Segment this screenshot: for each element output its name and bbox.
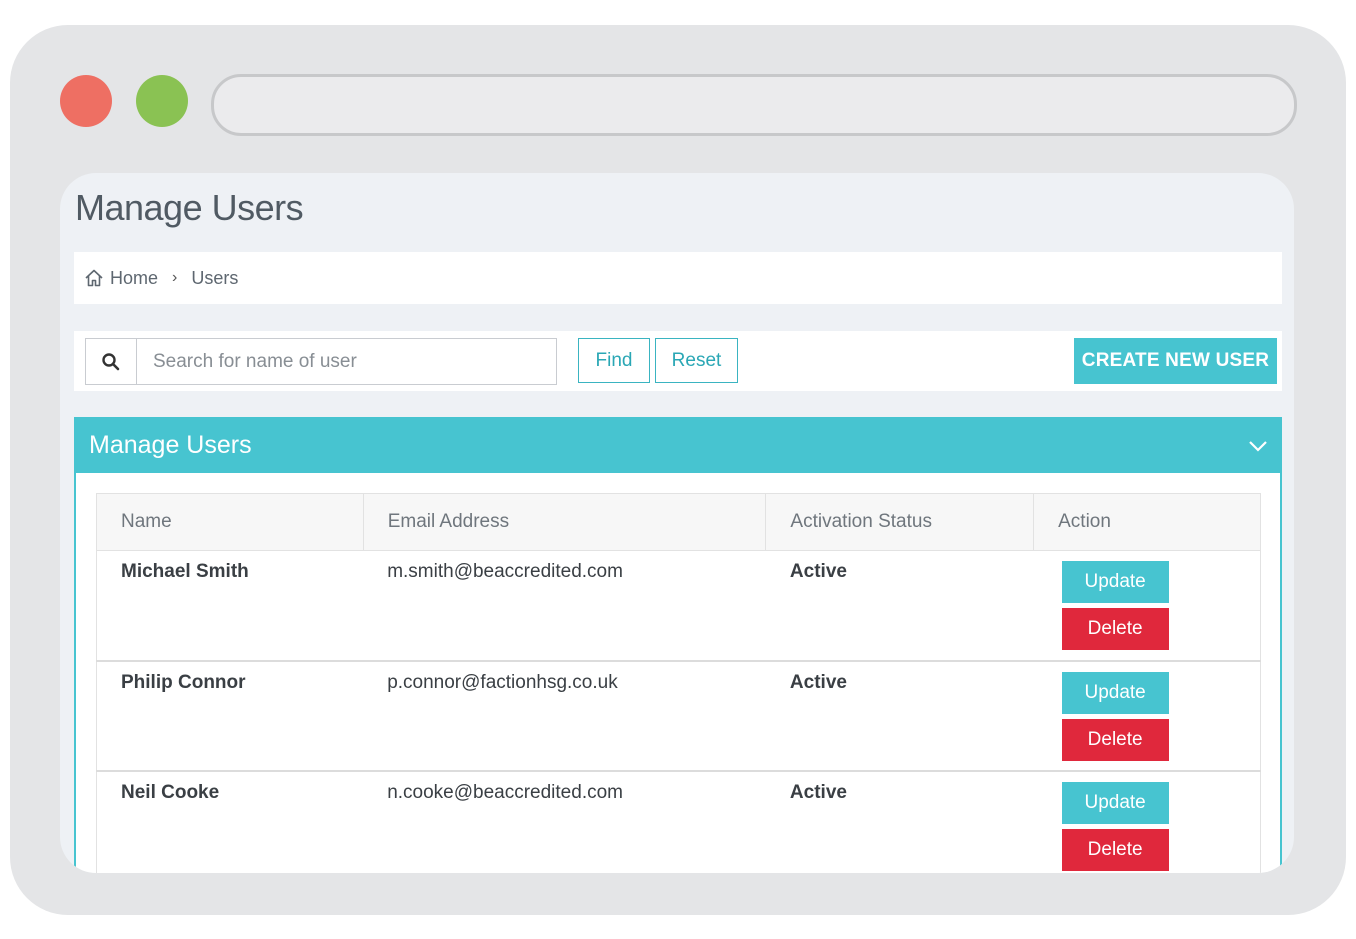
status-badge: Active bbox=[765, 550, 1034, 662]
users-table: Name Email Address Activation Status Act… bbox=[96, 493, 1261, 873]
update-button[interactable]: Update bbox=[1061, 781, 1169, 824]
user-name: Philip Connor bbox=[96, 660, 364, 772]
address-bar[interactable] bbox=[211, 74, 1297, 136]
search-toolbar: Find Reset CREATE NEW USER bbox=[74, 331, 1282, 391]
create-new-user-button[interactable]: CREATE NEW USER bbox=[1074, 338, 1277, 384]
breadcrumb-home-link[interactable]: Home bbox=[110, 268, 158, 289]
panel-header[interactable]: Manage Users bbox=[76, 419, 1280, 473]
status-badge: Active bbox=[765, 660, 1034, 772]
update-button[interactable]: Update bbox=[1061, 671, 1169, 714]
search-icon[interactable] bbox=[86, 339, 137, 384]
action-cell: Update Delete bbox=[1033, 770, 1261, 873]
app-screen: Manage Users Home › Users Find Reset CRE… bbox=[60, 173, 1294, 873]
action-cell: Update Delete bbox=[1033, 550, 1261, 662]
delete-button[interactable]: Delete bbox=[1061, 718, 1169, 761]
table-row: Neil Cooke n.cooke@beaccredited.com Acti… bbox=[96, 770, 1261, 873]
user-email: m.smith@beaccredited.com bbox=[363, 550, 766, 662]
page-title: Manage Users bbox=[75, 187, 304, 228]
user-name: Neil Cooke bbox=[96, 770, 364, 873]
home-icon[interactable] bbox=[84, 268, 104, 288]
user-email: p.connor@factionhsg.co.uk bbox=[363, 660, 766, 772]
manage-users-panel: Manage Users Name Email Address Activati… bbox=[74, 417, 1282, 873]
user-email: n.cooke@beaccredited.com bbox=[363, 770, 766, 873]
window-maximize-dot[interactable] bbox=[136, 75, 188, 127]
update-button[interactable]: Update bbox=[1061, 561, 1169, 603]
column-header-name[interactable]: Name bbox=[96, 493, 364, 551]
status-badge: Active bbox=[765, 770, 1034, 873]
column-header-status[interactable]: Activation Status bbox=[765, 493, 1035, 551]
breadcrumb: Home › Users bbox=[74, 252, 1282, 304]
breadcrumb-current: Users bbox=[191, 267, 239, 288]
reset-button[interactable]: Reset bbox=[655, 338, 738, 383]
delete-button[interactable]: Delete bbox=[1061, 828, 1169, 871]
table-row: Michael Smith m.smith@beaccredited.com A… bbox=[96, 550, 1261, 662]
user-name: Michael Smith bbox=[96, 550, 364, 662]
window-close-dot[interactable] bbox=[60, 75, 112, 127]
search-box bbox=[85, 338, 557, 385]
panel-title: Manage Users bbox=[89, 431, 252, 459]
column-header-email[interactable]: Email Address bbox=[362, 493, 767, 551]
delete-button[interactable]: Delete bbox=[1061, 608, 1169, 650]
table-row: Philip Connor p.connor@factionhsg.co.uk … bbox=[96, 660, 1261, 772]
table-header-row: Name Email Address Activation Status Act… bbox=[96, 493, 1261, 551]
find-button[interactable]: Find bbox=[578, 338, 650, 383]
chevron-down-icon[interactable] bbox=[1246, 434, 1270, 458]
column-header-action: Action bbox=[1033, 493, 1261, 551]
action-cell: Update Delete bbox=[1033, 660, 1261, 772]
chevron-right-icon: › bbox=[172, 269, 178, 286]
search-input[interactable] bbox=[137, 339, 556, 384]
